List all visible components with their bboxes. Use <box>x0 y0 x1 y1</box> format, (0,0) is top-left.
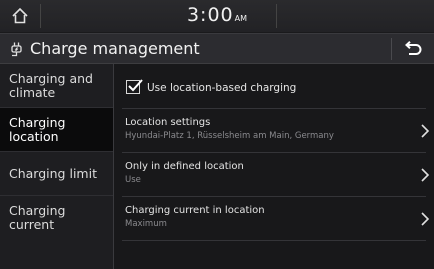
row-title: Location settings <box>125 117 211 128</box>
sidebar-item-charging-location[interactable]: Charging location <box>0 108 113 151</box>
sidebar-item-label: Charging current <box>9 202 66 232</box>
location-settings-row[interactable]: Location settings Hyundai-Platz 1, Rüsse… <box>114 109 434 152</box>
chevron-right-icon <box>421 168 430 182</box>
chevron-right-icon <box>421 212 430 226</box>
clock-time: 3:00 <box>186 4 234 26</box>
page-title: Charge management <box>30 39 200 58</box>
row-subtitle: Hyundai-Platz 1, Rüsselsheim am Main, Ge… <box>125 131 334 141</box>
back-button[interactable] <box>392 34 434 64</box>
row-title: Only in defined location <box>125 161 244 172</box>
clock-ampm: AM <box>234 14 248 23</box>
sidebar-item-charging-limit[interactable]: Charging limit <box>0 152 113 195</box>
settings-list: Use location-based charging Location set… <box>114 64 434 269</box>
row-subtitle: Use <box>125 175 141 185</box>
checkmark-icon <box>128 79 143 92</box>
row-divider <box>122 240 426 241</box>
sidebar-item-label: Charging and climate <box>9 70 93 100</box>
sidebar: Charging and climate Charging location C… <box>0 64 113 269</box>
location-charging-checkbox[interactable] <box>126 79 143 94</box>
row-title: Charging current in location <box>125 205 265 216</box>
location-charging-toggle-row[interactable]: Use location-based charging <box>114 64 434 108</box>
only-defined-location-row[interactable]: Only in defined location Use <box>114 153 434 196</box>
sidebar-item-label: Charging location <box>9 114 66 144</box>
chevron-right-icon <box>421 124 430 138</box>
header: Charge management <box>0 33 434 64</box>
back-icon <box>405 41 422 55</box>
checkbox-label: Use location-based charging <box>147 82 297 94</box>
sidebar-item-charging-current[interactable]: Charging current <box>0 196 113 239</box>
status-divider-right <box>276 4 277 28</box>
sidebar-item-charging-and-climate[interactable]: Charging and climate <box>0 64 113 107</box>
row-subtitle: Maximum <box>125 219 167 229</box>
clock: 3:00AM <box>0 4 434 26</box>
sidebar-item-label: Charging limit <box>9 165 97 181</box>
charge-plug-icon <box>11 42 22 57</box>
charging-current-in-location-row[interactable]: Charging current in location Maximum <box>114 197 434 240</box>
status-bar: 3:00AM <box>0 0 434 32</box>
